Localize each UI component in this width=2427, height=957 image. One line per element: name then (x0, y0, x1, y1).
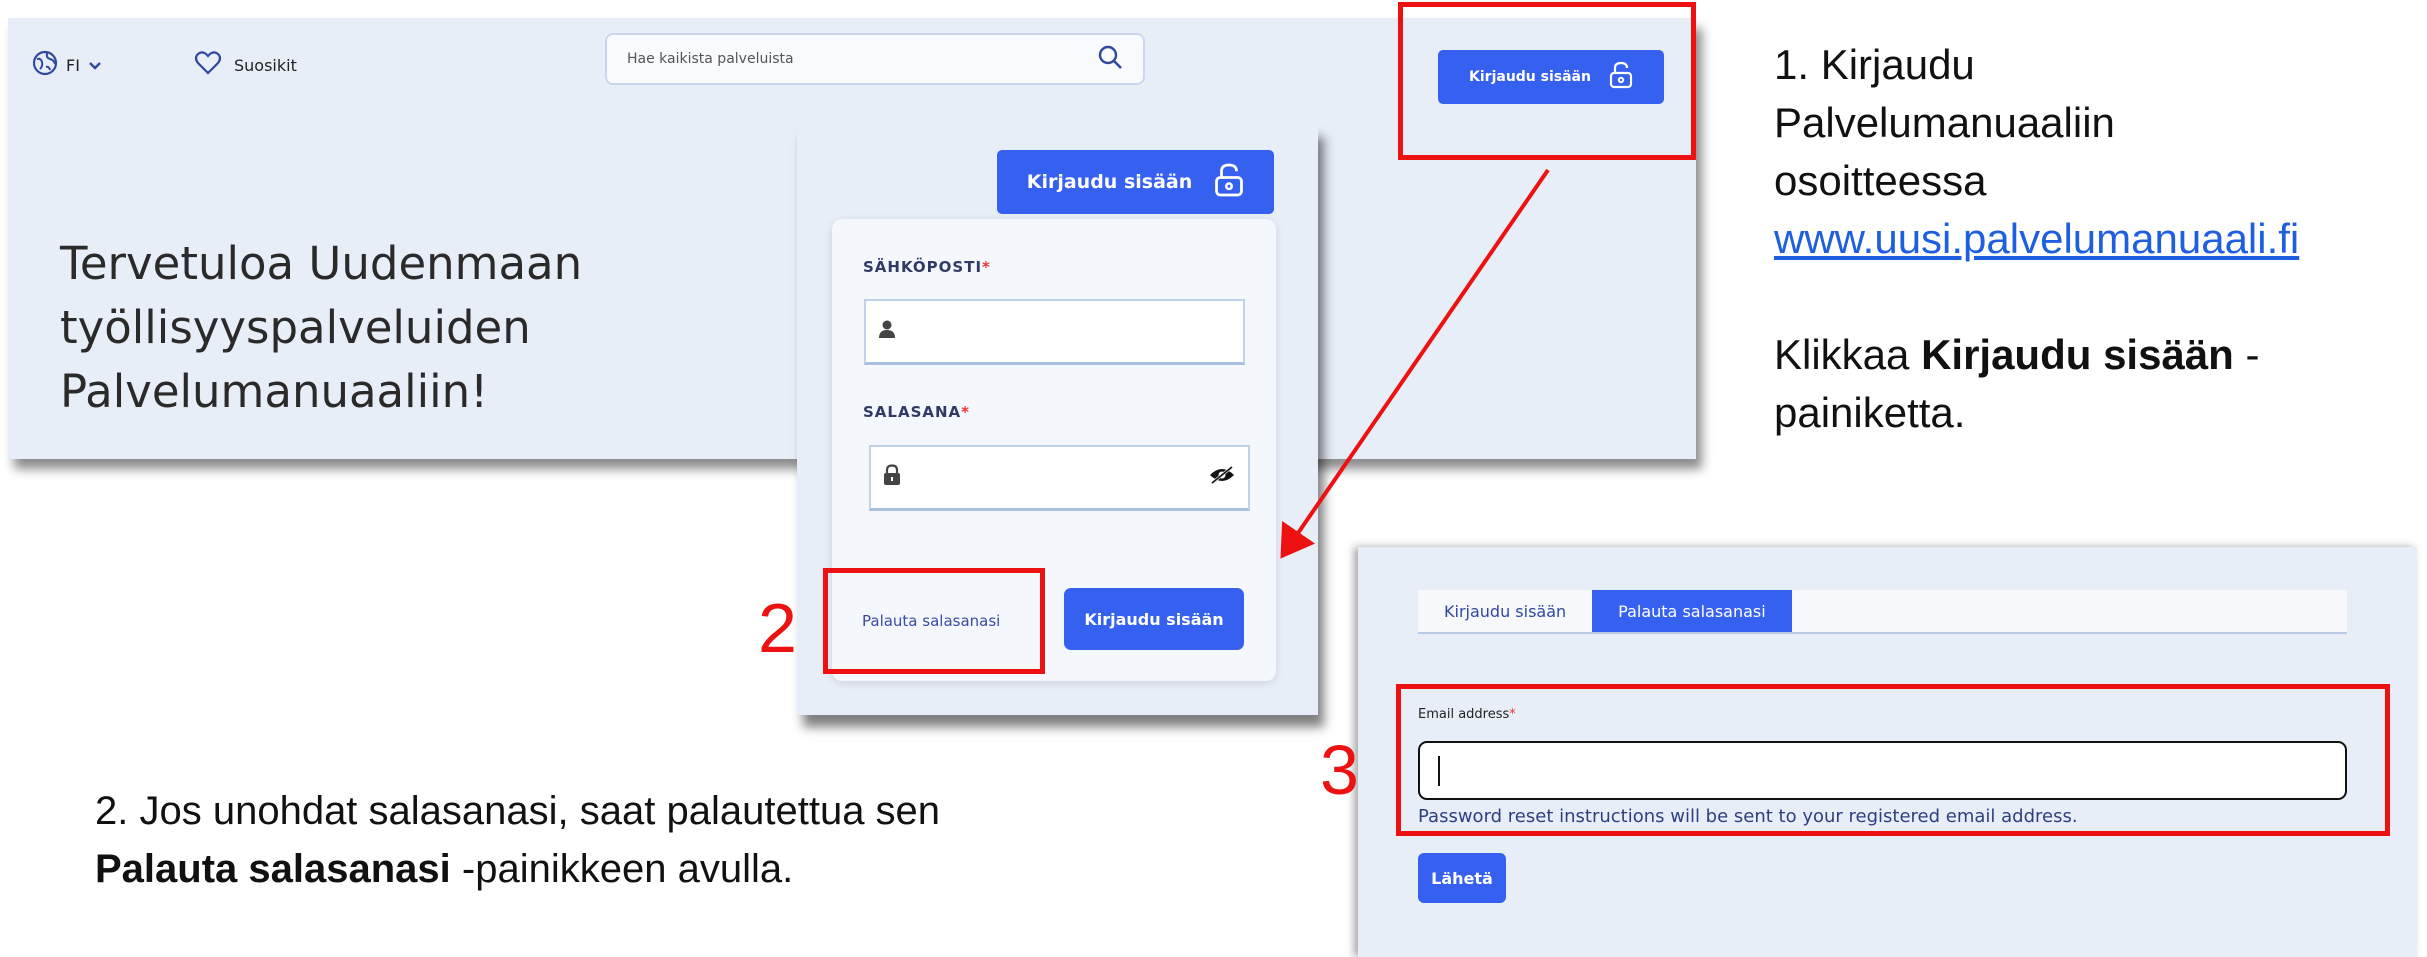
instruction-step-2: 2. Jos unohdat salasanasi, saat palautet… (95, 782, 1245, 898)
instruction-text: Klikkaa (1774, 331, 1922, 378)
step-number-3: 3 (1320, 731, 1359, 809)
instruction-line: painiketta. (1774, 389, 1966, 436)
step-number-2: 2 (758, 589, 797, 667)
instruction-spacer (1774, 268, 2414, 326)
instruction-line: Palauta salasanasi -painikkeen avulla. (95, 840, 1245, 898)
instruction-line: Palvelumanuaaliin (1774, 99, 2115, 146)
instruction-line: Klikkaa Kirjaudu sisään - (1774, 326, 2414, 384)
instruction-bold: Palauta salasanasi (95, 847, 451, 891)
instruction-text: -painikkeen avulla. (450, 847, 794, 891)
instruction-text: - (2233, 331, 2260, 378)
instruction-bold: Kirjaudu sisään (1921, 331, 2234, 378)
instruction-url-link[interactable]: www.uusi.palvelumanuaali.fi (1774, 210, 2414, 268)
instruction-line: 1. Kirjaudu (1774, 41, 1975, 88)
instruction-step-1: 1. Kirjaudu Palvelumanuaaliin osoitteess… (1774, 36, 2414, 442)
instruction-line: osoitteessa (1774, 157, 1987, 204)
instruction-line: 2. Jos unohdat salasanasi, saat palautet… (95, 789, 941, 833)
